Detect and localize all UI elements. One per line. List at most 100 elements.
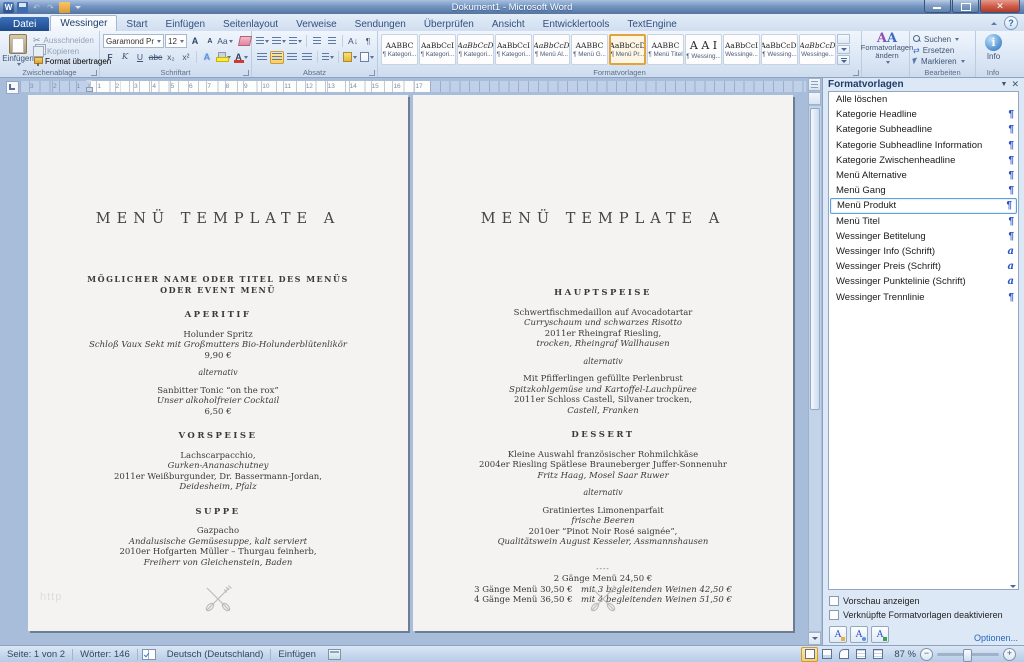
panel-menu-icon[interactable]: ▼ bbox=[1001, 81, 1008, 88]
draft-view-button[interactable] bbox=[869, 647, 886, 662]
style-item-wessinger-punktelinie-schrift[interactable]: Wessinger Punktelinie (Schrift)a bbox=[829, 274, 1018, 289]
word-app-icon[interactable]: W bbox=[3, 2, 14, 13]
align-left-button[interactable] bbox=[255, 51, 269, 64]
justify-button[interactable] bbox=[300, 51, 314, 64]
numbering-button[interactable] bbox=[271, 35, 286, 48]
styles-panel-header[interactable]: Formatvorlagen ▼ ✕ bbox=[823, 78, 1024, 91]
tab-ansicht[interactable]: Ansicht bbox=[483, 17, 534, 31]
grow-font-button[interactable]: A bbox=[188, 35, 202, 48]
gallery-scroll-down-icon[interactable] bbox=[837, 45, 850, 55]
text-effects-button[interactable]: A bbox=[200, 51, 214, 64]
paragraph-dialog-launcher[interactable] bbox=[369, 70, 375, 76]
shrink-font-button[interactable]: A bbox=[203, 35, 217, 48]
horizontal-ruler[interactable]: 321 1234567891011121314151617 bbox=[20, 81, 806, 92]
change-case-button[interactable]: Aa bbox=[218, 35, 232, 48]
styles-list-scrollbar[interactable] bbox=[1008, 93, 1017, 588]
style-gallery-item[interactable]: AaBbCcDWessinge... bbox=[799, 34, 836, 65]
style-item-men-titel[interactable]: Menü Titel¶ bbox=[829, 214, 1018, 229]
style-gallery-item[interactable]: AaBbCcIWessinge... bbox=[723, 34, 760, 65]
style-gallery-item[interactable]: AaBbCcD¶ Kategori... bbox=[457, 34, 494, 65]
superscript-button[interactable]: x² bbox=[179, 51, 193, 64]
highlight-button[interactable] bbox=[215, 51, 232, 64]
insert-mode-indicator[interactable]: Einfügen bbox=[271, 649, 323, 660]
style-item-kategorie-subheadline-information[interactable]: Kategorie Subheadline Information¶ bbox=[829, 138, 1018, 153]
document-page-2[interactable]: MENÜ TEMPLATE AHAUPTSPEISESchwertfischme… bbox=[413, 95, 793, 631]
style-item-men-alternative[interactable]: Menü Alternative¶ bbox=[829, 168, 1018, 183]
multilevel-list-button[interactable] bbox=[288, 35, 303, 48]
indent-marker-icon[interactable] bbox=[86, 80, 93, 92]
style-gallery-item[interactable]: AaBbCcD¶ Menü Al... bbox=[533, 34, 570, 65]
font-dialog-launcher[interactable] bbox=[243, 70, 249, 76]
style-item-kategorie-zwischenheadline[interactable]: Kategorie Zwischenheadline¶ bbox=[829, 153, 1018, 168]
vertical-scrollbar[interactable] bbox=[808, 78, 821, 645]
style-gallery-item[interactable]: AABBC¶ Menü Titel bbox=[647, 34, 684, 65]
styles-dialog-launcher[interactable] bbox=[853, 70, 859, 76]
new-style-button[interactable]: A bbox=[829, 626, 847, 643]
gallery-more-icon[interactable] bbox=[837, 55, 850, 65]
underline-button[interactable]: U bbox=[133, 51, 147, 64]
list-scroll-down-icon[interactable] bbox=[1010, 585, 1016, 588]
options-link[interactable]: Optionen... bbox=[974, 633, 1018, 643]
italic-button[interactable]: K bbox=[118, 51, 132, 64]
show-paragraph-marks-button[interactable]: ¶ bbox=[361, 35, 375, 48]
disable-linked-checkbox[interactable] bbox=[829, 610, 839, 620]
paste-dropdown-icon[interactable] bbox=[17, 63, 21, 66]
style-gallery-item[interactable]: AABBC¶ Kategori... bbox=[381, 34, 418, 65]
sort-button[interactable]: A↓ bbox=[346, 35, 360, 48]
tab-einf-gen[interactable]: Einfügen bbox=[157, 17, 214, 31]
style-item-wessinger-preis-schrift[interactable]: Wessinger Preis (Schrift)a bbox=[829, 259, 1018, 274]
style-gallery-item[interactable]: AaBbCcD¶ Menü Pr... bbox=[609, 34, 646, 65]
preview-checkbox-row[interactable]: Vorschau anzeigen bbox=[829, 596, 1018, 606]
tab-start[interactable]: Start bbox=[117, 17, 156, 31]
info-button[interactable]: i Info bbox=[979, 33, 1008, 61]
increase-indent-button[interactable] bbox=[325, 35, 339, 48]
language-indicator[interactable]: Deutsch (Deutschland) bbox=[160, 649, 271, 660]
tab-stop-selector[interactable] bbox=[6, 81, 19, 94]
clear-formatting-button[interactable] bbox=[238, 35, 252, 48]
clipboard-dialog-launcher[interactable] bbox=[91, 70, 97, 76]
outline-view-button[interactable] bbox=[852, 647, 869, 662]
subscript-button[interactable]: x₂ bbox=[164, 51, 178, 64]
gallery-scroll-up-icon[interactable] bbox=[837, 34, 850, 44]
manage-styles-button[interactable]: A bbox=[871, 626, 889, 643]
quick-open-icon[interactable] bbox=[59, 2, 70, 13]
style-gallery-item[interactable]: AaBbCcD.¶ Wessing... bbox=[761, 34, 798, 65]
style-gallery-item[interactable]: AaBbCcI¶ Kategori... bbox=[495, 34, 532, 65]
tab-datei[interactable]: Datei bbox=[0, 17, 49, 31]
find-button[interactable]: Suchen bbox=[913, 34, 973, 44]
tab-textengine[interactable]: TextEngine bbox=[618, 17, 685, 31]
tab-wessinger[interactable]: Wessinger bbox=[50, 15, 117, 31]
zoom-slider-thumb[interactable] bbox=[963, 649, 972, 662]
maximize-button[interactable] bbox=[952, 0, 979, 13]
font-color-button[interactable]: A bbox=[233, 51, 249, 64]
tab-berpr-fen[interactable]: Überprüfen bbox=[415, 17, 483, 31]
align-center-button[interactable] bbox=[270, 51, 284, 64]
redo-icon[interactable]: ↷ bbox=[45, 2, 56, 13]
font-size-combo[interactable]: 12 bbox=[165, 34, 187, 48]
style-item-men-gang[interactable]: Menü Gang¶ bbox=[829, 183, 1018, 198]
scroll-up-icon[interactable] bbox=[808, 92, 821, 105]
customize-qat-icon[interactable] bbox=[75, 6, 81, 9]
strikethrough-button[interactable]: abc bbox=[148, 51, 163, 64]
close-button[interactable]: ✕ bbox=[980, 0, 1020, 13]
undo-icon[interactable]: ↶ bbox=[31, 2, 42, 13]
panel-close-icon[interactable]: ✕ bbox=[1011, 79, 1019, 90]
preview-checkbox[interactable] bbox=[829, 596, 839, 606]
font-name-combo[interactable]: Garamond Pr bbox=[103, 34, 164, 48]
tab-sendungen[interactable]: Sendungen bbox=[346, 17, 415, 31]
save-icon[interactable] bbox=[17, 2, 28, 13]
zoom-level[interactable]: 87 % bbox=[890, 649, 916, 660]
line-spacing-button[interactable] bbox=[321, 51, 335, 64]
style-item-wessinger-info-schrift[interactable]: Wessinger Info (Schrift)a bbox=[829, 244, 1018, 259]
style-gallery-item[interactable]: AABBC¶ Menü G... bbox=[571, 34, 608, 65]
collapse-ribbon-icon[interactable] bbox=[990, 19, 999, 28]
shading-button[interactable] bbox=[342, 51, 358, 64]
word-count[interactable]: Wörter: 146 bbox=[73, 649, 137, 660]
ruler-toggle-icon[interactable] bbox=[808, 78, 821, 91]
style-item-wessinger-betitelung[interactable]: Wessinger Betitelung¶ bbox=[829, 229, 1018, 244]
style-item-alle-l-schen[interactable]: Alle löschen bbox=[829, 92, 1018, 107]
scrollbar-thumb[interactable] bbox=[810, 108, 820, 410]
zoom-in-button[interactable]: + bbox=[1003, 648, 1016, 661]
print-layout-view-button[interactable] bbox=[801, 647, 818, 662]
zoom-out-button[interactable]: − bbox=[920, 648, 933, 661]
